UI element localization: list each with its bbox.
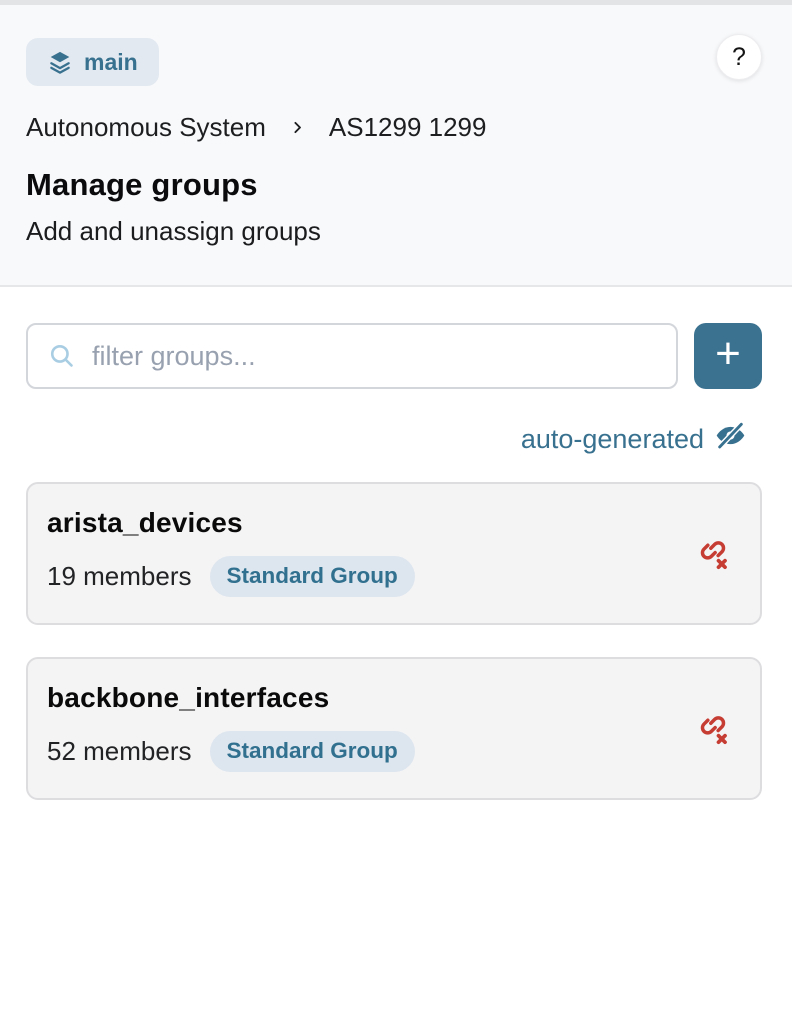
group-meta: 52 members Standard Group	[47, 731, 650, 772]
member-count: 52 members	[47, 736, 192, 767]
chevron-right-icon	[289, 112, 306, 143]
page-title: Manage groups	[26, 167, 762, 203]
question-mark-icon: ?	[732, 43, 746, 72]
layers-icon	[47, 49, 73, 75]
manage-groups-panel: main ? Autonomous System AS1299 1299 Man…	[0, 0, 792, 800]
group-kind-badge: Standard Group	[210, 556, 415, 597]
help-button[interactable]: ?	[716, 34, 762, 80]
auto-generated-toggle[interactable]: auto-generated	[26, 423, 762, 455]
panel-header: main ? Autonomous System AS1299 1299 Man…	[0, 5, 792, 287]
unlink-x-icon	[696, 735, 730, 750]
breadcrumb-item-object[interactable]: AS1299 1299	[329, 112, 487, 143]
group-kind-badge: Standard Group	[210, 731, 415, 772]
member-count: 19 members	[47, 561, 192, 592]
search-icon	[47, 341, 77, 376]
add-group-button[interactable]: +	[694, 323, 762, 389]
plus-icon: +	[715, 332, 741, 376]
breadcrumb-item-schema[interactable]: Autonomous System	[26, 112, 266, 143]
page-subtitle: Add and unassign groups	[26, 216, 762, 247]
filter-groups-input[interactable]	[26, 323, 678, 389]
groups-toolbar: +	[26, 323, 762, 389]
group-name: arista_devices	[47, 507, 650, 539]
branch-badge-label: main	[84, 49, 138, 76]
unassign-group-button[interactable]	[692, 707, 734, 751]
header-row: main ?	[26, 38, 762, 86]
filter-field	[26, 323, 678, 389]
group-meta: 19 members Standard Group	[47, 556, 650, 597]
breadcrumb: Autonomous System AS1299 1299	[26, 112, 762, 143]
unlink-x-icon	[696, 560, 730, 575]
group-name: backbone_interfaces	[47, 682, 650, 714]
group-card: backbone_interfaces 52 members Standard …	[26, 657, 762, 800]
panel-body: + auto-generated arista_devices 19 membe…	[0, 287, 792, 800]
branch-selector-badge[interactable]: main	[26, 38, 159, 86]
auto-generated-label: auto-generated	[521, 424, 704, 455]
unassign-group-button[interactable]	[692, 532, 734, 576]
group-card: arista_devices 19 members Standard Group	[26, 482, 762, 625]
eye-off-icon	[715, 420, 746, 458]
